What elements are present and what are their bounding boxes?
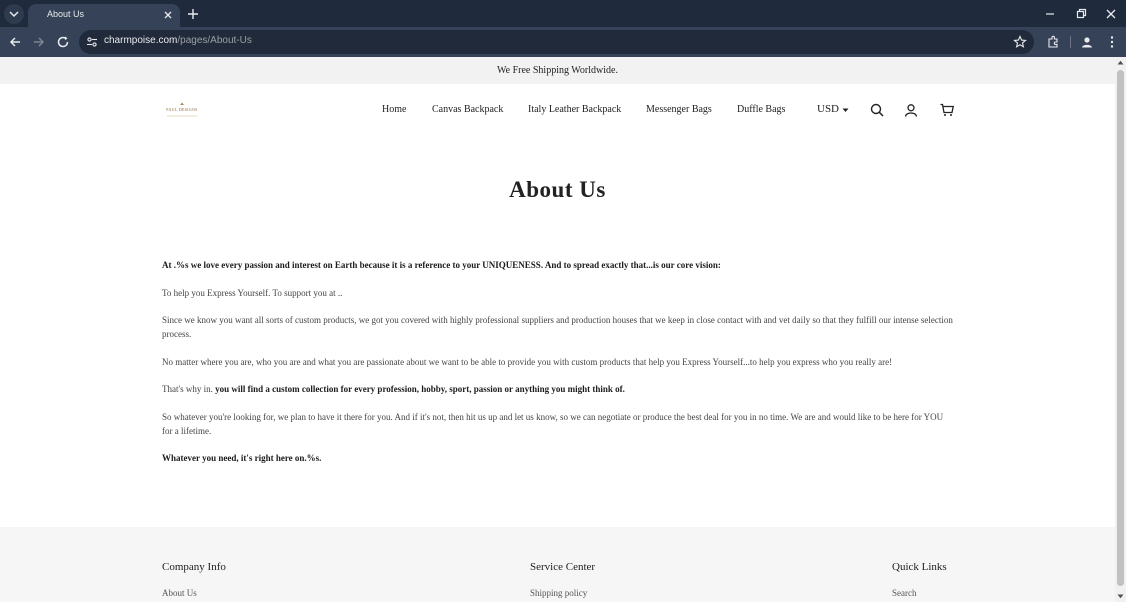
footer-link-about-us[interactable]: About Us [162, 588, 197, 598]
account-icon[interactable] [904, 103, 918, 117]
caret-down-icon[interactable] [842, 108, 849, 113]
extensions-icon[interactable] [1046, 35, 1060, 49]
tab-title: About Us [47, 9, 85, 19]
bookmark-star-icon[interactable] [1013, 35, 1027, 49]
about-content: At .%s we love every passion and interes… [162, 258, 955, 479]
paragraph-promise: So whatever you're looking for, we plan … [162, 411, 944, 436]
nav-canvas-backpack[interactable]: Canvas Backpack [432, 104, 503, 115]
logo-text: PAUL DESIGNS [166, 107, 198, 112]
browser-toolbar: charmpoise.com/pages/About-Us [0, 27, 1126, 57]
paragraph-passion: No matter where you are, who you are and… [162, 356, 893, 367]
close-icon[interactable] [162, 9, 174, 21]
address-bar[interactable]: charmpoise.com/pages/About-Us [79, 30, 1034, 54]
nav-messenger-bags[interactable]: Messenger Bags [646, 104, 712, 115]
collection-emphasis: you will find a custom collection for ev… [215, 384, 625, 394]
forward-arrow-icon[interactable] [32, 35, 46, 49]
scroll-down-arrow-icon[interactable] [1117, 594, 1124, 599]
footer-service-center-title: Service Center [530, 561, 596, 573]
cart-icon[interactable] [940, 103, 954, 117]
url-text: charmpoise.com/pages/About-Us [104, 35, 252, 46]
page-scrollbar[interactable] [1115, 57, 1126, 602]
page-viewport: We Free Shipping Worldwide. PAUL DESIGNS… [0, 57, 1115, 602]
reload-icon[interactable] [56, 35, 70, 49]
url-domain: charmpoise.com [104, 35, 178, 46]
currency-selector[interactable]: USD [817, 103, 839, 115]
profile-icon[interactable] [1080, 35, 1094, 49]
site-settings-icon[interactable] [86, 36, 98, 48]
nav-duffle-bags[interactable]: Duffle Bags [737, 104, 785, 115]
paragraph-intro: At .%s we love every passion and interes… [162, 260, 721, 270]
paragraph-mission: To help you Express Yourself. To support… [162, 287, 343, 298]
browser-tab-active[interactable]: About Us [28, 4, 180, 27]
window-close-icon[interactable] [1103, 6, 1119, 22]
url-path: /pages/About-Us [177, 35, 252, 46]
paragraph-suppliers: Since we know you want all sorts of cust… [162, 315, 953, 339]
nav-italy-leather-backpack[interactable]: Italy Leather Backpack [528, 104, 621, 115]
paragraph-collection: That's why in. you will find a custom co… [162, 382, 955, 396]
minimize-icon[interactable] [1042, 6, 1058, 22]
announcement-bar: We Free Shipping Worldwide. [0, 57, 1115, 84]
footer-company-info-title: Company Info [162, 561, 226, 573]
paragraph-closing: Whatever you need, it's right here on.%s… [162, 453, 322, 463]
search-icon[interactable] [870, 103, 884, 117]
tab-search-button[interactable] [4, 4, 24, 24]
scroll-up-arrow-icon[interactable] [1117, 60, 1124, 65]
site-logo[interactable]: PAUL DESIGNS [163, 101, 201, 121]
site-footer: Company Info About Us Service Center Shi… [0, 527, 1115, 602]
back-arrow-icon[interactable] [8, 35, 22, 49]
plus-icon[interactable] [186, 7, 200, 21]
browser-tab-bar: About Us [0, 0, 1126, 27]
page-title: About Us [509, 177, 606, 202]
footer-quick-links-title: Quick Links [892, 561, 947, 573]
footer-link-search[interactable]: Search [892, 588, 917, 598]
more-menu-icon[interactable] [1105, 35, 1119, 49]
collection-lead: That's why in. [162, 384, 216, 394]
toolbar-divider [1070, 36, 1071, 48]
chevron-down-icon [9, 11, 19, 18]
nav-home[interactable]: Home [382, 104, 406, 115]
footer-link-shipping-policy[interactable]: Shipping policy [530, 588, 587, 598]
scrollbar-thumb[interactable] [1117, 70, 1124, 586]
restore-icon[interactable] [1073, 6, 1089, 22]
